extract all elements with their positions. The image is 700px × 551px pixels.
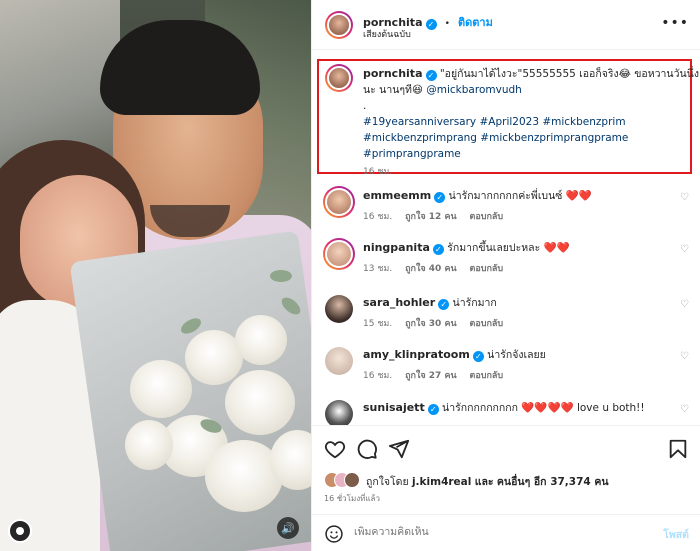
verified-badge-icon: ✓	[425, 70, 437, 81]
verified-badge-icon: ✓	[427, 404, 439, 415]
comment-likes[interactable]: ถูกใจ 12 คน	[405, 212, 457, 222]
liked-by-text: ถูกใจโดย j.kim4real และ คนอื่นๆ อีก 37,3…	[366, 473, 609, 490]
comment-username[interactable]: sara_hohler	[363, 296, 435, 309]
header-separator: •	[444, 19, 450, 29]
more-horizontal-icon[interactable]: •••	[661, 15, 689, 31]
post-actions: ถูกใจโดย j.kim4real และ คนอื่นๆ อีก 37,3…	[312, 425, 700, 551]
user-tag-icon[interactable]	[8, 519, 32, 543]
comment-like-heart-icon[interactable]: ♡	[680, 192, 689, 203]
comment-text: น่ารักมาก	[452, 297, 497, 309]
comment-likes[interactable]: ถูกใจ 30 คน	[405, 319, 457, 329]
comment-avatar[interactable]	[323, 238, 355, 270]
speaker-icon[interactable]: 🔊	[277, 517, 299, 539]
comment-avatar[interactable]	[325, 295, 353, 323]
caption-hashtags-line1[interactable]: #19yearsanniversary #April2023 #mickbenz…	[363, 114, 688, 130]
verified-badge-icon: ✓	[425, 19, 437, 30]
comment-username[interactable]: amy_klinpratoom	[363, 348, 470, 361]
comment-avatar[interactable]	[325, 400, 353, 425]
liked-by-prefix: ถูกใจโดย	[366, 476, 409, 488]
heart-icon[interactable]	[324, 438, 346, 460]
post-time-ago[interactable]: 16 ชั่วโมงที่แล้ว	[324, 492, 380, 505]
caption: pornchita ✓ "อยู่กันมาได้ไงวะ"55555555 เอ…	[363, 66, 699, 178]
comment-likes[interactable]: ถูกใจ 27 คน	[405, 371, 457, 381]
audio-label[interactable]: เสียงต้นฉบับ	[363, 27, 411, 41]
comment-like-heart-icon[interactable]: ♡	[680, 404, 689, 415]
caption-text-line1: "อยู่กันมาได้ไงวะ"55555555 เออก็จริง😂 ขอ…	[439, 68, 699, 80]
comment-like-heart-icon[interactable]: ♡	[680, 351, 689, 362]
liked-by-avatars[interactable]	[324, 472, 360, 488]
photo-rose	[225, 370, 295, 435]
comment-item: sunisajett ✓ น่ารักกกกกกกกก ❤️❤️❤️❤️ love…	[312, 396, 700, 425]
comment-likes[interactable]: ถูกใจ 40 คน	[405, 264, 457, 274]
comment-input[interactable]	[354, 526, 604, 538]
avatar[interactable]	[325, 11, 353, 39]
comment-time: 15 ชม.	[363, 319, 393, 329]
comments-list[interactable]: pornchita ✓ "อยู่กันมาได้ไงวะ"55555555 เอ…	[312, 51, 700, 425]
comment-like-heart-icon[interactable]: ♡	[680, 244, 689, 255]
photo-rose	[125, 420, 173, 470]
comment-item: sara_hohler ✓ น่ารักมาก 15 ชม. ถูกใจ 30 ค…	[312, 291, 700, 346]
bookmark-icon[interactable]	[667, 438, 689, 460]
comment-hearts: ❤️❤️	[565, 190, 592, 202]
add-comment-bar: โพสต์	[312, 514, 700, 551]
verified-badge-icon: ✓	[434, 192, 446, 203]
comment-username[interactable]: ningpanita	[363, 241, 430, 254]
photo-rose	[235, 315, 287, 365]
photo-rose	[130, 360, 192, 418]
comment-icon[interactable]	[356, 438, 378, 460]
caption-text-line2: นะ นานๆที😆	[363, 84, 423, 96]
comment-text: รักมากขึ้นเลยปะหละ	[447, 242, 541, 254]
comment-hearts: ❤️❤️	[543, 242, 570, 254]
comment-time: 13 ชม.	[363, 264, 393, 274]
comment-reply-button[interactable]: ตอบกลับ	[470, 371, 504, 381]
comment-time: 16 ชม.	[363, 371, 393, 381]
comment-reply-button[interactable]: ตอบกลับ	[470, 264, 504, 274]
comment-username[interactable]: sunisajett	[363, 401, 425, 414]
post-details-panel: pornchita ✓ • ติดตาม เสียงต้นฉบับ ••• por…	[311, 0, 700, 551]
verified-badge-icon: ✓	[432, 244, 444, 255]
comment-extra-text: love u both!!	[576, 402, 645, 414]
liked-by-user[interactable]: j.kim4real	[412, 476, 471, 488]
caption-dot: .	[363, 100, 367, 112]
verified-badge-icon: ✓	[438, 299, 450, 310]
post-photo[interactable]: 🔊	[0, 0, 311, 551]
comment-avatar[interactable]	[325, 347, 353, 375]
caption-avatar[interactable]	[325, 64, 353, 92]
comment-time: 16 ชม.	[363, 212, 393, 222]
comment-username[interactable]: emmeemm	[363, 189, 431, 202]
post-comment-button[interactable]: โพสต์	[663, 526, 689, 543]
caption-hashtags-line3[interactable]: #primprangprame	[363, 146, 688, 162]
send-icon[interactable]	[388, 438, 410, 460]
comment-hearts: ❤️❤️❤️❤️	[521, 402, 574, 414]
liked-by-others[interactable]: คนอื่นๆ อีก 37,374 คน	[497, 476, 609, 488]
comment-text: น่ารักกกกกกกกก	[442, 402, 518, 414]
comment-reply-button[interactable]: ตอบกลับ	[470, 212, 504, 222]
post-header: pornchita ✓ • ติดตาม เสียงต้นฉบับ •••	[312, 0, 700, 50]
avatar	[344, 472, 360, 488]
comment-text: น่ารักมากกกกกค่ะพี่เบนซ์	[448, 190, 563, 202]
comment-item: emmeemm ✓ น่ารักมากกกกกค่ะพี่เบนซ์ ❤️❤️ 1…	[312, 184, 700, 239]
caption-mention[interactable]: @mickbaromvudh	[426, 84, 522, 96]
comment-item: amy_klinpratoom ✓ น่ารักจังเลยย 16 ชม. ถู…	[312, 343, 700, 398]
comment-item: ningpanita ✓ รักมากขึ้นเลยปะหละ ❤️❤️ 13 ช…	[312, 236, 700, 291]
caption-username[interactable]: pornchita	[363, 67, 423, 80]
verified-badge-icon: ✓	[472, 351, 484, 362]
comment-text: น่ารักจังเลยย	[487, 349, 546, 361]
comment-like-heart-icon[interactable]: ♡	[680, 299, 689, 310]
caption-hashtags-line2[interactable]: #mickbenzprimprang #mickbenzprimprangpra…	[363, 130, 688, 146]
comment-avatar[interactable]	[323, 186, 355, 218]
emoji-icon[interactable]	[324, 524, 344, 544]
liked-by-middle: และ	[474, 476, 494, 488]
follow-button[interactable]: ติดตาม	[458, 16, 493, 29]
photo-leaf	[270, 270, 292, 282]
comment-reply-button[interactable]: ตอบกลับ	[470, 319, 504, 329]
caption-time: 16 ชม.	[363, 167, 393, 177]
